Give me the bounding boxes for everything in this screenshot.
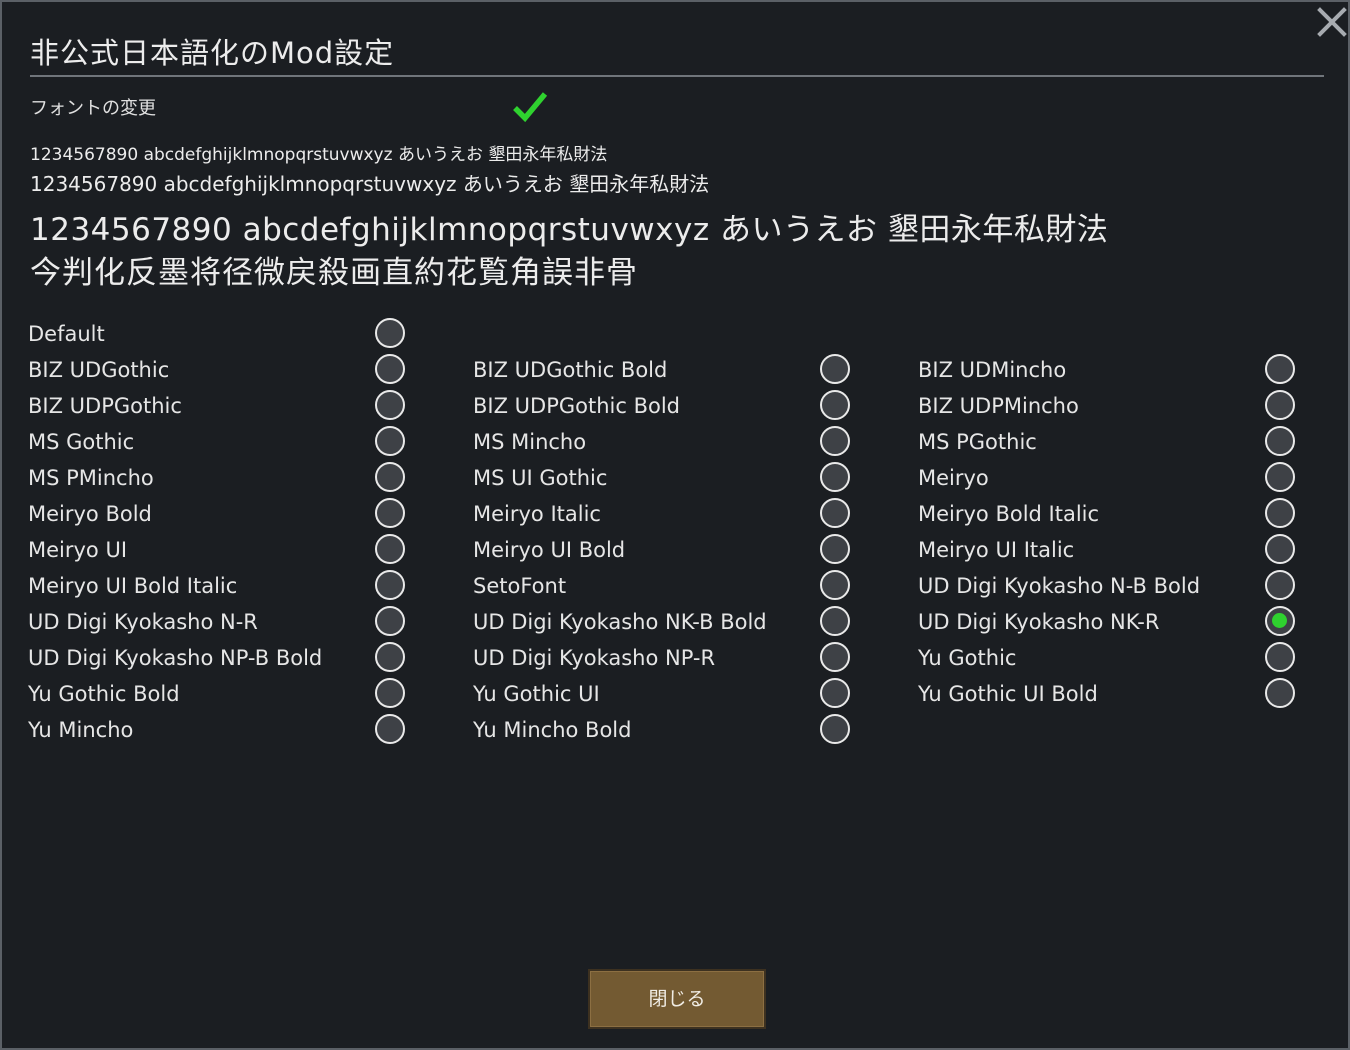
- radio-button[interactable]: [1265, 498, 1295, 528]
- font-option-label: BIZ UDMincho: [918, 358, 1067, 382]
- radio-button[interactable]: [375, 390, 405, 420]
- radio-button[interactable]: [1265, 678, 1295, 708]
- checkmark-icon[interactable]: [511, 89, 549, 125]
- font-option-label: Yu Gothic UI Bold: [918, 682, 1098, 706]
- font-sample-medium: 1234567890 abcdefghijklmnopqrstuvwxyz あい…: [30, 172, 710, 196]
- radio-button[interactable]: [820, 498, 850, 528]
- close-icon[interactable]: [1314, 4, 1350, 40]
- radio-button[interactable]: [820, 426, 850, 456]
- radio-button[interactable]: [1265, 606, 1295, 636]
- font-option-label: UD Digi Kyokasho NK-R: [918, 610, 1160, 634]
- radio-button[interactable]: [820, 714, 850, 744]
- radio-button[interactable]: [375, 534, 405, 564]
- font-option-label: Meiryo: [918, 466, 989, 490]
- radio-button[interactable]: [820, 390, 850, 420]
- font-option-label: UD Digi Kyokasho NK-B Bold: [473, 610, 767, 634]
- radio-button[interactable]: [820, 354, 850, 384]
- radio-button[interactable]: [820, 462, 850, 492]
- font-option-label: Meiryo UI Bold: [473, 538, 626, 562]
- radio-button[interactable]: [375, 318, 405, 348]
- radio-button[interactable]: [1265, 642, 1295, 672]
- font-option-label: Meiryo Bold Italic: [918, 502, 1100, 526]
- font-sample-large-line2: 今判化反墨将径微戻殺画直約花覧角誤非骨: [30, 255, 638, 291]
- radio-button[interactable]: [820, 534, 850, 564]
- font-option-label: UD Digi Kyokasho N-R: [28, 610, 258, 634]
- radio-button[interactable]: [375, 606, 405, 636]
- font-option-label: BIZ UDPMincho: [918, 394, 1079, 418]
- radio-button[interactable]: [1265, 354, 1295, 384]
- mod-settings-dialog: 非公式日本語化のMod設定 フォントの変更 1234567890 abcdefg…: [0, 0, 1350, 1050]
- dialog-title: 非公式日本語化のMod設定: [30, 36, 395, 70]
- font-option-label: UD Digi Kyokasho NP-B Bold: [28, 646, 323, 670]
- font-option-label: BIZ UDGothic Bold: [473, 358, 668, 382]
- radio-button[interactable]: [820, 570, 850, 600]
- font-option-label: UD Digi Kyokasho NP-R: [473, 646, 716, 670]
- title-divider: [30, 75, 1324, 77]
- font-option-label: Meiryo UI Bold Italic: [28, 574, 238, 598]
- radio-button[interactable]: [1265, 570, 1295, 600]
- font-option-label: UD Digi Kyokasho N-B Bold: [918, 574, 1201, 598]
- font-option-label: BIZ UDPGothic Bold: [473, 394, 681, 418]
- radio-button[interactable]: [375, 642, 405, 672]
- font-option-label: MS PMincho: [28, 466, 154, 490]
- radio-button[interactable]: [820, 678, 850, 708]
- font-change-label: フォントの変更: [30, 98, 156, 119]
- font-option-label: MS UI Gothic: [473, 466, 608, 490]
- font-sample-small: 1234567890 abcdefghijklmnopqrstuvwxyz あい…: [30, 145, 608, 165]
- font-option-label: Meiryo Bold: [28, 502, 152, 526]
- radio-button[interactable]: [1265, 534, 1295, 564]
- radio-button[interactable]: [1265, 390, 1295, 420]
- font-option-label: Meiryo UI Italic: [918, 538, 1075, 562]
- font-option-label: MS Mincho: [473, 430, 587, 454]
- font-option-label: MS Gothic: [28, 430, 135, 454]
- font-option-label: Yu Gothic Bold: [28, 682, 180, 706]
- font-option-label: Meiryo UI: [28, 538, 128, 562]
- font-option-label: BIZ UDGothic: [28, 358, 170, 382]
- font-option-label: Default: [28, 322, 105, 346]
- radio-button[interactable]: [1265, 426, 1295, 456]
- font-option-label: Meiryo Italic: [473, 502, 601, 526]
- font-option-label: Yu Gothic UI: [473, 682, 600, 706]
- radio-button[interactable]: [375, 354, 405, 384]
- radio-button[interactable]: [375, 462, 405, 492]
- radio-button[interactable]: [820, 606, 850, 636]
- radio-button[interactable]: [375, 498, 405, 528]
- font-option-label: Yu Mincho: [28, 718, 134, 742]
- font-sample-large-line1: 1234567890 abcdefghijklmnopqrstuvwxyz あい…: [30, 212, 1109, 248]
- close-button[interactable]: 閉じる: [588, 969, 766, 1029]
- radio-button[interactable]: [375, 714, 405, 744]
- font-option-label: Yu Mincho Bold: [473, 718, 632, 742]
- radio-button[interactable]: [375, 678, 405, 708]
- font-option-label: SetoFont: [473, 574, 567, 598]
- font-option-label: Yu Gothic: [918, 646, 1017, 670]
- font-option-label: MS PGothic: [918, 430, 1037, 454]
- font-option-label: BIZ UDPGothic: [28, 394, 182, 418]
- radio-button[interactable]: [1265, 462, 1295, 492]
- radio-button[interactable]: [375, 426, 405, 456]
- radio-button[interactable]: [375, 570, 405, 600]
- radio-button[interactable]: [820, 642, 850, 672]
